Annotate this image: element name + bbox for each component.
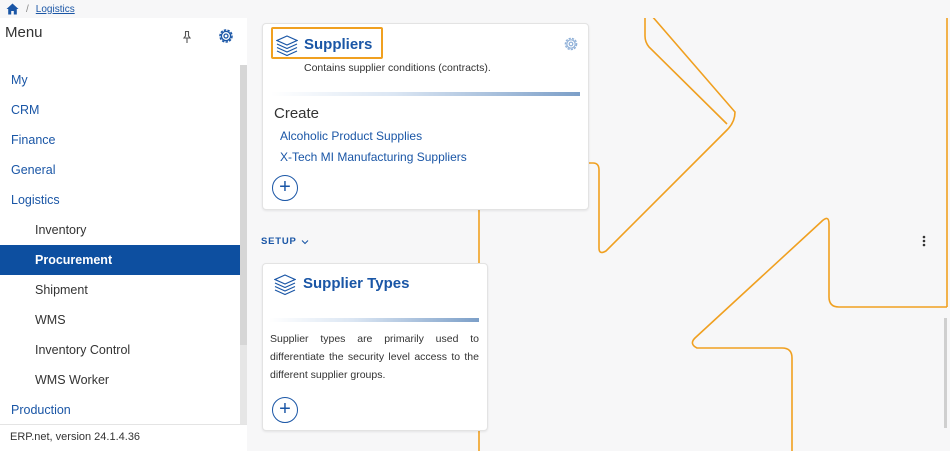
- setup-toggle[interactable]: SETUP: [261, 236, 309, 247]
- suppliers-card: Suppliers Contains supplier conditions (…: [262, 23, 589, 210]
- add-supplier-type-button[interactable]: +: [272, 397, 298, 423]
- menu-list: My CRM Finance General Logistics Invento…: [0, 65, 240, 425]
- sidebar-item-inventory[interactable]: Inventory: [0, 215, 240, 245]
- divider: [269, 318, 479, 322]
- chevron-down-icon: [301, 239, 309, 244]
- sidebar-scrollbar[interactable]: [240, 65, 247, 425]
- sidebar: Menu My CRM Finance General Logistics In…: [0, 18, 247, 451]
- menu-title: Menu: [5, 24, 43, 41]
- kebab-icon[interactable]: [920, 234, 928, 248]
- stack-icon: [274, 274, 296, 296]
- content-scrollbar[interactable]: [944, 318, 947, 428]
- sidebar-item-my[interactable]: My: [0, 65, 240, 95]
- add-supplier-button[interactable]: +: [272, 175, 298, 201]
- version-label: ERP.net, version 24.1.4.36: [0, 424, 247, 451]
- sidebar-item-general[interactable]: General: [0, 155, 240, 185]
- stack-icon: [276, 35, 298, 57]
- sidebar-scrollbar-thumb[interactable]: [240, 65, 247, 345]
- sidebar-item-procurement[interactable]: Procurement: [0, 245, 240, 275]
- suppliers-title[interactable]: Suppliers: [304, 36, 372, 53]
- main-content: Suppliers Contains supplier conditions (…: [247, 18, 950, 451]
- suppliers-description: Contains supplier conditions (contracts)…: [304, 62, 491, 74]
- breadcrumb: / Logistics: [0, 0, 950, 18]
- create-heading: Create: [274, 105, 320, 122]
- sidebar-item-wms-worker[interactable]: WMS Worker: [0, 365, 240, 395]
- sidebar-item-crm[interactable]: CRM: [0, 95, 240, 125]
- create-xtech-suppliers-link[interactable]: X-Tech MI Manufacturing Suppliers: [280, 150, 467, 164]
- setup-label: SETUP: [261, 236, 297, 247]
- gear-icon[interactable]: [563, 36, 579, 52]
- create-alcoholic-supplies-link[interactable]: Alcoholic Product Supplies: [280, 129, 422, 143]
- sidebar-item-shipment[interactable]: Shipment: [0, 275, 240, 305]
- home-icon[interactable]: [6, 3, 19, 15]
- divider: [271, 92, 580, 96]
- sidebar-header: Menu: [0, 18, 247, 58]
- sidebar-item-production[interactable]: Production: [0, 395, 240, 425]
- sidebar-item-wms[interactable]: WMS: [0, 305, 240, 335]
- breadcrumb-logistics-link[interactable]: Logistics: [36, 4, 75, 15]
- sidebar-item-inventory-control[interactable]: Inventory Control: [0, 335, 240, 365]
- sidebar-item-finance[interactable]: Finance: [0, 125, 240, 155]
- pin-icon[interactable]: [180, 30, 194, 44]
- supplier-types-description: Supplier types are primarily used to dif…: [270, 333, 479, 381]
- sidebar-item-logistics[interactable]: Logistics: [0, 185, 240, 215]
- supplier-types-title[interactable]: Supplier Types: [303, 275, 409, 292]
- gear-icon[interactable]: [217, 27, 235, 45]
- supplier-types-card: Supplier Types Supplier types are primar…: [262, 263, 488, 431]
- breadcrumb-separator: /: [26, 3, 29, 15]
